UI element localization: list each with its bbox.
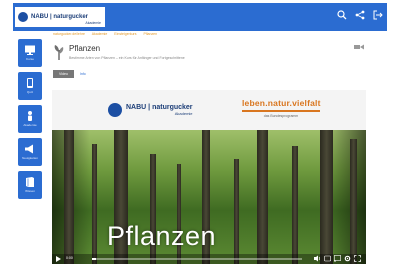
tree-trunk: [292, 146, 298, 264]
tree-trunk: [92, 144, 97, 264]
tree-trunk: [257, 130, 268, 264]
tablet-icon: [24, 78, 36, 88]
megaphone-icon: [24, 144, 36, 154]
share-course-icon[interactable]: [354, 44, 364, 52]
captions-icon[interactable]: [324, 255, 332, 264]
video-title-overlay: Pflanzen: [107, 221, 217, 251]
page-subtitle: Bestimme Arten von Pflanzen – ein Kurs f…: [69, 56, 185, 60]
settings-gear-icon[interactable]: [344, 255, 351, 264]
sidebar-item-label: Kurse: [26, 57, 34, 61]
fullscreen-icon[interactable]: [354, 255, 361, 264]
search-icon[interactable]: [335, 10, 349, 24]
monitor-icon: [24, 45, 36, 55]
sidebar-item-wissen[interactable]: Wissen: [18, 171, 42, 199]
video-brand-logo: NABU | naturgucker Akademie: [108, 103, 193, 117]
cast-icon[interactable]: [334, 255, 342, 264]
sidebar-item-quiz[interactable]: Quiz: [18, 72, 42, 100]
logo-subtitle: Akademie: [85, 21, 101, 25]
sidebar-item-kurse[interactable]: Kurse: [18, 39, 42, 67]
tree-trunk: [64, 130, 74, 264]
partner-subtitle: das Bundesprogramm: [263, 114, 299, 118]
tree-trunk: [350, 139, 357, 264]
video-controls: 0:00: [52, 254, 366, 264]
nabu-bird-icon: [18, 12, 28, 22]
video-brand-text: NABU | naturgucker Akademie: [126, 104, 193, 116]
partner-divider: [242, 110, 320, 112]
sidebar-item-label: Neuigkeiten: [22, 156, 38, 160]
sidebar-item-label: Quiz: [26, 90, 34, 94]
sidebar-item-neuigkeiten[interactable]: Neuigkeiten: [18, 138, 42, 166]
logout-icon[interactable]: [371, 10, 385, 24]
breadcrumb: naturgucker.de/lehre Akademie Einsteiger…: [53, 32, 163, 36]
content-tabs: Video Info: [53, 70, 92, 78]
sidebar-item-label: Wissen: [25, 189, 35, 193]
play-icon[interactable]: [56, 256, 61, 262]
book-icon: [24, 177, 36, 187]
video-header-banner: NABU | naturgucker Akademie leben.natur.…: [52, 90, 366, 130]
tree-trunk: [234, 159, 239, 264]
app-frame: NABU | naturgucker Akademie Kurse Quiz A…: [13, 3, 387, 265]
breadcrumb-item[interactable]: Akademie: [92, 32, 108, 36]
logo-text: NABU | naturgucker: [31, 14, 89, 20]
video-player[interactable]: NABU | naturgucker Akademie leben.natur.…: [52, 90, 366, 264]
video-time: 0:00: [66, 256, 73, 260]
video-brand-sub: Akademie: [174, 111, 193, 116]
sidebar: Kurse Quiz Akademie Neuigkeiten Wissen: [18, 39, 42, 204]
nabu-bird-icon: [108, 103, 122, 117]
volume-icon[interactable]: [314, 255, 321, 264]
tree-trunk: [320, 130, 333, 264]
share-icon[interactable]: [353, 10, 367, 24]
plant-icon: [53, 44, 65, 60]
video-brand-name: NABU | naturgucker: [126, 104, 193, 111]
sidebar-item-label: Akademie: [23, 123, 37, 127]
page-title: Pflanzen: [69, 44, 101, 53]
video-progress-fill: [92, 258, 97, 260]
video-progress-bar[interactable]: [92, 258, 302, 260]
app-logo[interactable]: NABU | naturgucker Akademie: [15, 7, 105, 27]
partner-title: leben.natur.vielfalt: [242, 98, 321, 108]
breadcrumb-item[interactable]: Pflanzen: [143, 32, 157, 36]
person-icon: [24, 111, 36, 121]
tab-info[interactable]: Info: [74, 70, 92, 78]
partner-logo: leben.natur.vielfalt das Bundesprogramm: [242, 98, 320, 118]
top-bar: NABU | naturgucker Akademie: [13, 3, 387, 31]
sidebar-item-akademie[interactable]: Akademie: [18, 105, 42, 133]
tab-video[interactable]: Video: [53, 70, 74, 78]
breadcrumb-item[interactable]: Einsteigerkurs: [114, 32, 136, 36]
breadcrumb-item[interactable]: naturgucker.de/lehre: [53, 32, 85, 36]
